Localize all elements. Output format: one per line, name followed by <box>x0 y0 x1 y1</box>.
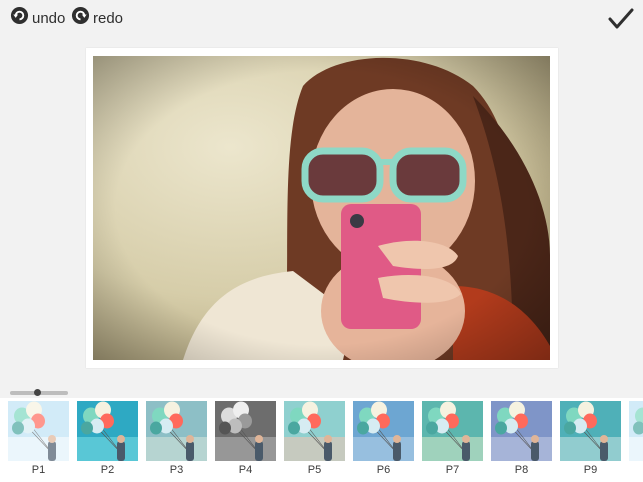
filter-label: P2 <box>100 464 115 476</box>
filter-P3[interactable]: P3 <box>146 401 207 476</box>
filter-thumbnail <box>560 401 621 461</box>
undo-button[interactable]: undo <box>10 6 66 30</box>
filter-P4[interactable]: P4 <box>215 401 276 476</box>
redo-button[interactable]: redo <box>71 6 124 30</box>
photo-preview[interactable] <box>93 56 550 360</box>
filter-P9[interactable]: P9 <box>560 401 621 476</box>
filter-P1[interactable]: P1 <box>8 401 69 476</box>
filter-next-partial[interactable] <box>629 401 643 461</box>
done-button[interactable] <box>608 8 634 30</box>
filter-P5[interactable]: P5 <box>284 401 345 476</box>
undo-icon <box>10 6 29 30</box>
filter-label: P4 <box>238 464 253 476</box>
filter-label: P3 <box>169 464 184 476</box>
redo-label: redo <box>93 9 124 27</box>
filter-P7[interactable]: P7 <box>422 401 483 476</box>
filter-label: P8 <box>514 464 529 476</box>
photo-frame <box>86 48 558 368</box>
filter-thumbnail <box>491 401 552 461</box>
editor-toolbar: undo redo <box>0 0 643 38</box>
filter-label: P7 <box>445 464 460 476</box>
filter-label: P5 <box>307 464 322 476</box>
filter-label: P9 <box>583 464 598 476</box>
filter-thumbnail <box>77 401 138 461</box>
filter-P2[interactable]: P2 <box>77 401 138 476</box>
filter-thumbnail <box>284 401 345 461</box>
filter-thumbnail <box>146 401 207 461</box>
filter-thumbnail <box>422 401 483 461</box>
intensity-slider-thumb[interactable] <box>33 389 41 396</box>
undo-label: undo <box>32 9 66 27</box>
filter-label: P1 <box>31 464 46 476</box>
filter-thumbnail <box>8 401 69 461</box>
filter-thumbnail <box>353 401 414 461</box>
filter-P6[interactable]: P6 <box>353 401 414 476</box>
filter-label: P6 <box>376 464 391 476</box>
checkmark-icon <box>608 8 634 29</box>
filter-thumbnail <box>629 401 643 461</box>
filter-thumbnail <box>215 401 276 461</box>
redo-icon <box>71 6 90 30</box>
filter-strip: P1 P2 P3 P4 P5 P6 P7 P8 P9 <box>0 398 643 482</box>
photo-image <box>93 56 550 360</box>
filter-P8[interactable]: P8 <box>491 401 552 476</box>
